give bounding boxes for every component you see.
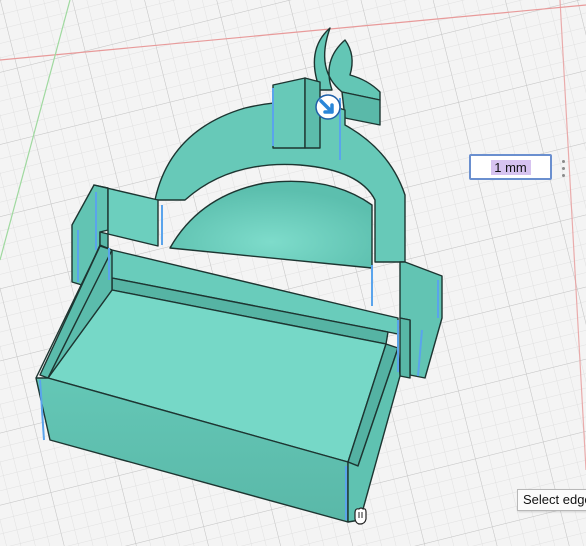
3d-viewport[interactable] bbox=[0, 0, 586, 546]
dimension-input[interactable] bbox=[471, 156, 550, 178]
edge-select-cursor-icon bbox=[354, 507, 367, 525]
dimension-input-box[interactable] bbox=[469, 154, 552, 180]
blue-arrow-move-icon[interactable] bbox=[313, 92, 343, 122]
select-edge-tooltip: Select edge bbox=[517, 489, 586, 511]
vertical-dots-icon[interactable] bbox=[559, 157, 567, 179]
